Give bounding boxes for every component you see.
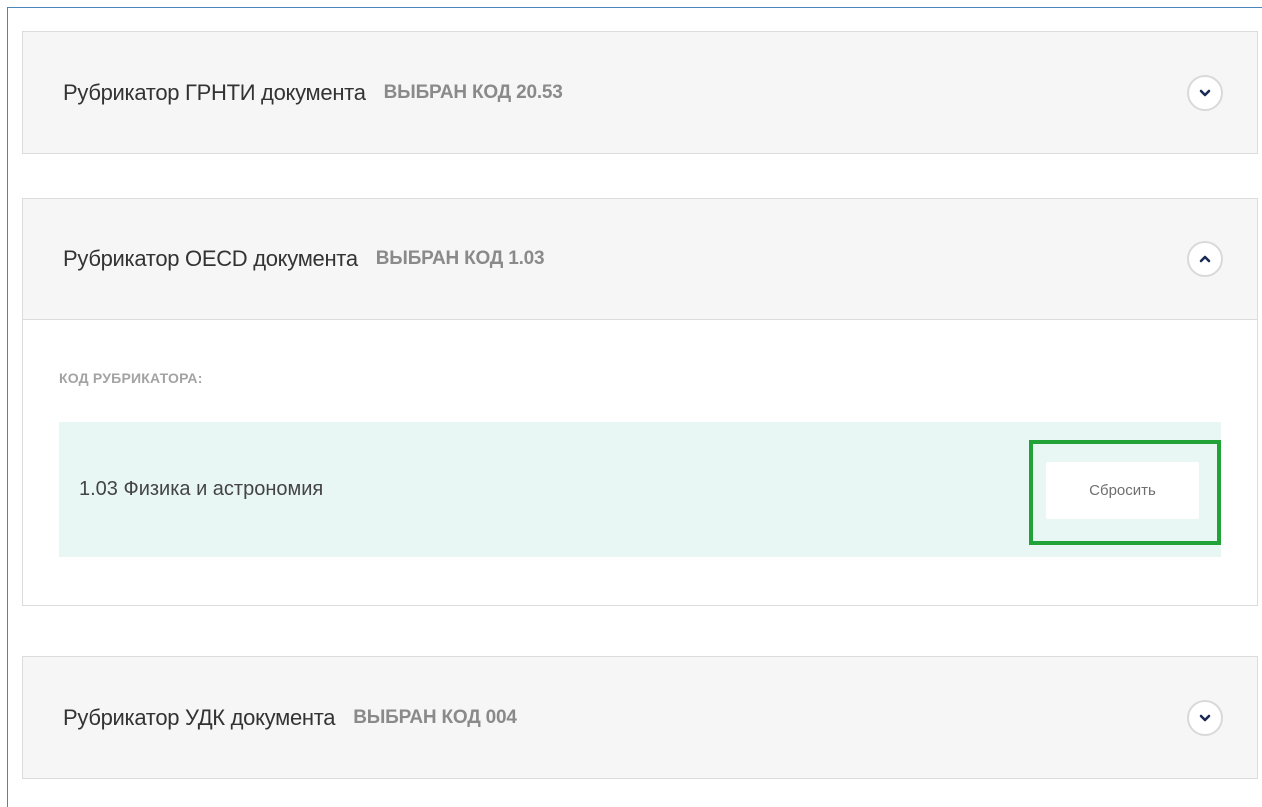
panel-grnti: Рубрикатор ГРНТИ документа ВЫБРАН КОД 20… xyxy=(22,31,1258,154)
field-label: КОД РУБРИКАТОРА: xyxy=(59,370,203,386)
panel-oecd-body: КОД РУБРИКАТОРА: 1.03 Физика и астрономи… xyxy=(23,320,1257,605)
selected-code: ВЫБРАН КОД 20.53 xyxy=(383,81,563,103)
selected-code-row: 1.03 Физика и астрономия Сбросить xyxy=(59,422,1221,557)
reset-button[interactable]: Сбросить xyxy=(1046,462,1199,519)
panel-title: Рубрикатор OECD документа xyxy=(63,246,358,271)
selected-code-value: 1.03 Физика и астрономия xyxy=(79,478,324,500)
panel-oecd-header[interactable]: Рубрикатор OECD документа ВЫБРАН КОД 1.0… xyxy=(23,199,1257,320)
panel-udk-header[interactable]: Рубрикатор УДК документа ВЫБРАН КОД 004 xyxy=(23,657,1257,778)
panel-oecd: Рубрикатор OECD документа ВЫБРАН КОД 1.0… xyxy=(22,198,1258,606)
chevron-down-icon xyxy=(1199,714,1211,721)
selected-code: ВЫБРАН КОД 004 xyxy=(353,706,517,728)
collapse-toggle-button[interactable] xyxy=(1187,241,1223,277)
expand-toggle-button[interactable] xyxy=(1187,74,1223,111)
panel-udk: Рубрикатор УДК документа ВЫБРАН КОД 004 xyxy=(22,656,1258,779)
chevron-down-icon xyxy=(1199,89,1211,96)
chevron-up-icon xyxy=(1199,255,1211,263)
expand-toggle-button[interactable] xyxy=(1187,699,1223,736)
selected-code: ВЫБРАН КОД 1.03 xyxy=(375,248,545,269)
panel-title: Рубрикатор ГРНТИ документа xyxy=(63,79,366,105)
panel-grnti-header[interactable]: Рубрикатор ГРНТИ документа ВЫБРАН КОД 20… xyxy=(23,32,1257,153)
panel-title: Рубрикатор УДК документа xyxy=(63,704,336,730)
